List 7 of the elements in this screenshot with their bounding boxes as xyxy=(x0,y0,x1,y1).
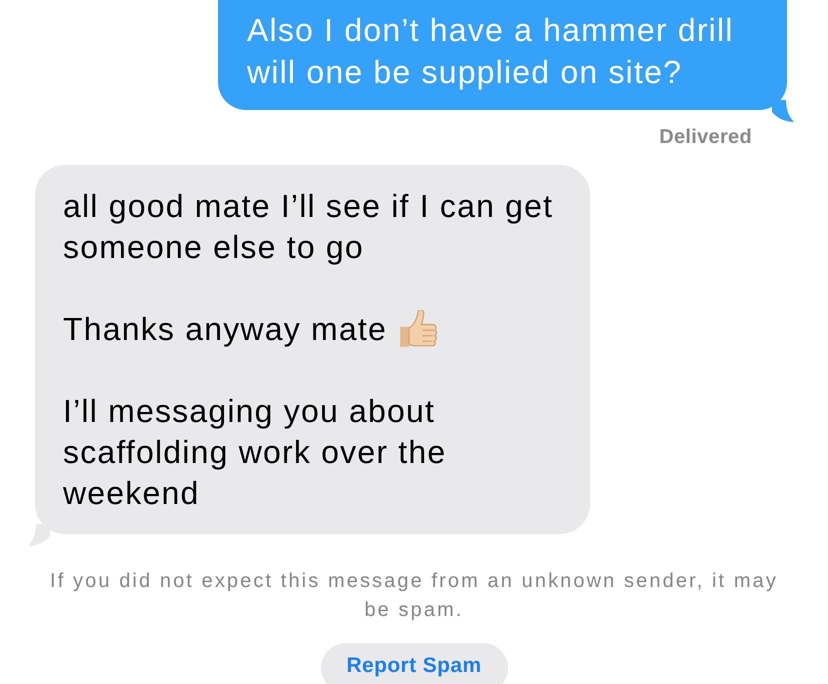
message-text: Also I don’t have a hammer drill will one be supplied on site? xyxy=(247,12,734,90)
message-text: I’ll messaging you about scaffolding work over the weekend xyxy=(63,393,446,511)
delivery-status: Delivered xyxy=(659,125,752,149)
message-text: all good mate I’ll see if I can get someone else to go xyxy=(63,188,554,265)
message-text: Thanks anyway mate xyxy=(63,311,387,347)
report-spam-button[interactable]: Report Spam xyxy=(320,643,508,684)
spam-warning-text: If you did not expect this message from an unknown sender, it may be spam. xyxy=(49,569,779,623)
